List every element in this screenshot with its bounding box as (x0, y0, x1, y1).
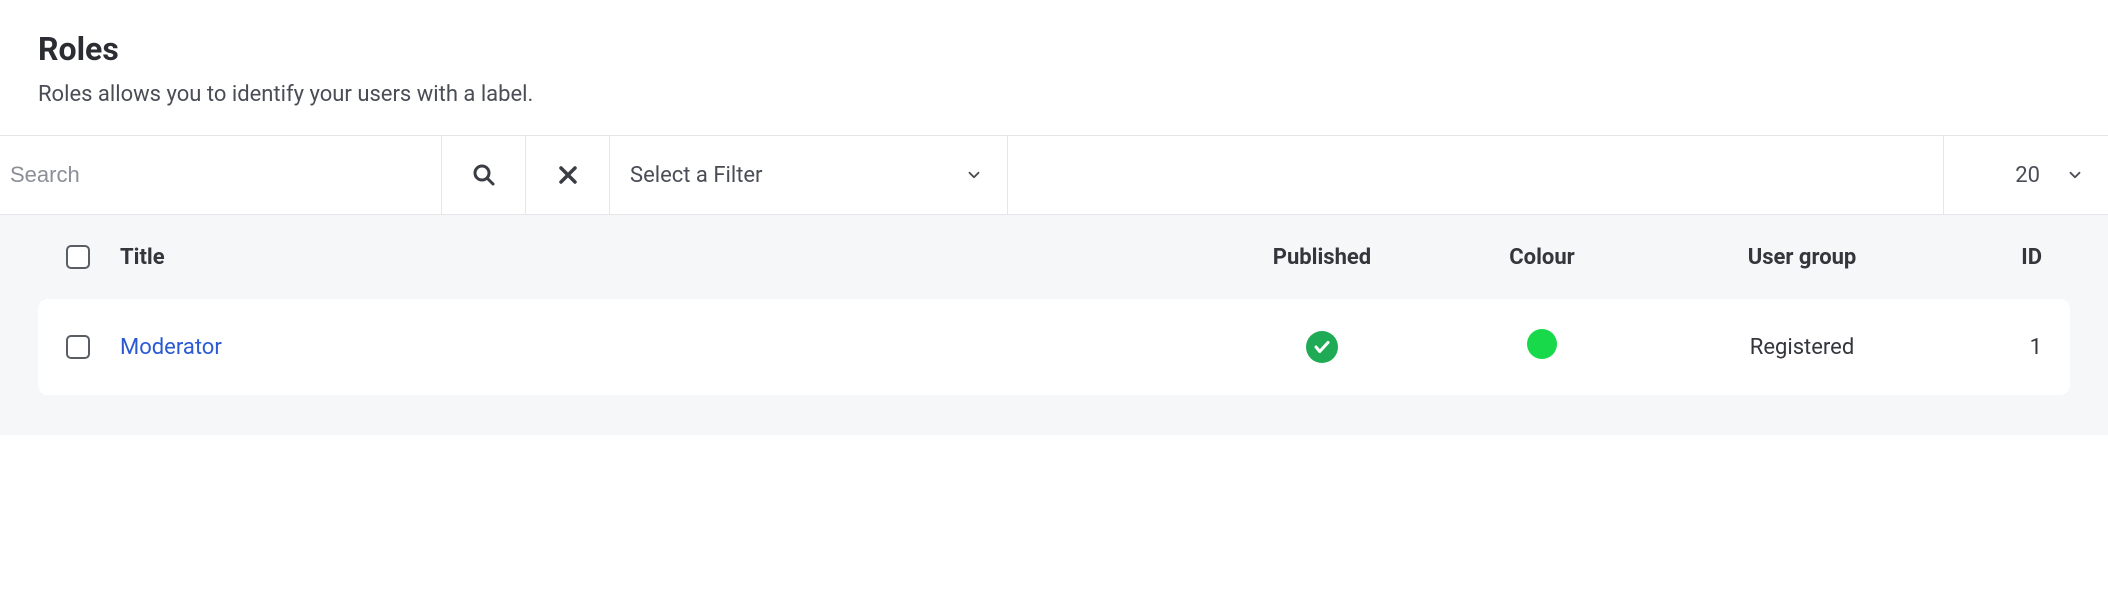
row-check-cell (66, 335, 120, 359)
header-check-cell (66, 245, 120, 269)
table-header-row: Title Published Colour User group ID (38, 215, 2070, 299)
colour-swatch (1527, 329, 1557, 359)
toolbar-spacer (1008, 136, 1944, 214)
header-colour[interactable]: Colour (1432, 245, 1652, 270)
search-container (0, 136, 442, 214)
row-user-group: Registered (1652, 335, 1952, 360)
chevron-down-icon (2066, 166, 2084, 184)
header-title[interactable]: Title (120, 245, 1212, 270)
list-area: Title Published Colour User group ID Mod… (0, 215, 2108, 435)
row-title-cell: Moderator (120, 335, 1212, 360)
page-size-value: 20 (2015, 163, 2040, 188)
toolbar: Select a Filter 20 (0, 135, 2108, 215)
check-icon (1313, 338, 1331, 356)
row-checkbox[interactable] (66, 335, 90, 359)
search-button[interactable] (442, 136, 526, 214)
search-icon (472, 163, 496, 187)
close-icon (558, 165, 578, 185)
row-colour-cell (1432, 329, 1652, 365)
search-input[interactable] (4, 136, 431, 214)
header-user-group[interactable]: User group (1652, 245, 1952, 270)
row-id: 1 (1952, 335, 2042, 360)
page-title: Roles (38, 30, 2070, 68)
clear-search-button[interactable] (526, 136, 610, 214)
chevron-down-icon (965, 166, 983, 184)
table-row: Moderator Registered 1 (38, 299, 2070, 395)
row-published-cell (1212, 331, 1432, 363)
page-header: Roles Roles allows you to identify your … (0, 0, 2108, 135)
filter-select[interactable]: Select a Filter (610, 136, 1008, 214)
header-id[interactable]: ID (1952, 245, 2042, 270)
role-title-link[interactable]: Moderator (120, 335, 222, 360)
header-published[interactable]: Published (1212, 245, 1432, 270)
select-all-checkbox[interactable] (66, 245, 90, 269)
page-size-select[interactable]: 20 (1944, 136, 2108, 214)
published-toggle[interactable] (1306, 331, 1338, 363)
page-subtitle: Roles allows you to identify your users … (38, 82, 2070, 107)
filter-label: Select a Filter (630, 163, 763, 188)
